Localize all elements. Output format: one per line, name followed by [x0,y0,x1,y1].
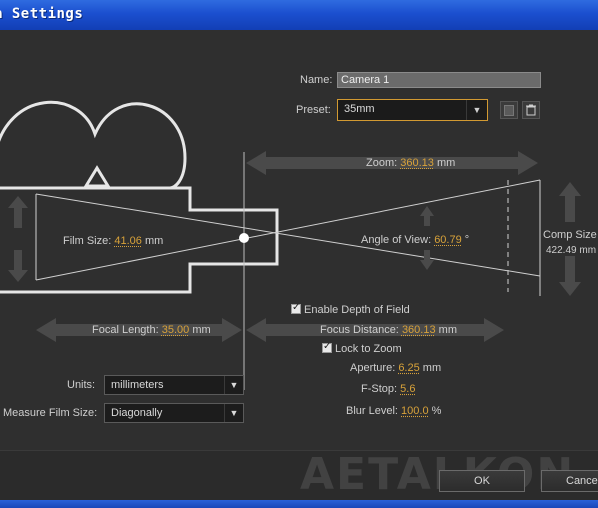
focal-length-label: Focal Length: [92,324,159,336]
zoom-unit: mm [436,157,456,169]
cancel-button[interactable]: Cancel [541,470,598,492]
film-size-label: Film Size: [63,235,112,247]
aperture-value[interactable]: 6.25 [398,362,419,374]
preset-dropdown[interactable]: 35mm ▼ [337,99,488,121]
angle-label: Angle of View: [361,234,432,246]
name-label: Name: [300,74,333,86]
measure-film-size-dropdown[interactable]: Diagonally ▼ [104,403,244,423]
units-dropdown[interactable]: millimeters ▼ [104,375,244,395]
focal-length-value[interactable]: 35.00 [162,324,190,336]
aperture-readout: Aperture: 6.25 mm [350,362,441,374]
units-value: millimeters [111,379,164,391]
blur-value[interactable]: 100.0 [401,405,429,417]
measure-film-size-label: Measure Film Size: [3,407,98,419]
zoom-readout: Zoom: 360.13 mm [366,157,455,169]
focus-distance-unit: mm [438,324,457,336]
nodal-point [239,233,249,243]
lock-to-zoom-checkbox[interactable]: Lock to Zoom [322,341,402,355]
focal-length-readout: Focal Length: 35.00 mm [92,324,211,336]
fstop-label: F-Stop: [361,383,398,395]
chevron-down-icon: ▼ [224,376,243,394]
comp-size-label: Comp Size [543,229,597,241]
trash-icon[interactable] [522,101,540,119]
zoom-value[interactable]: 360.13 [400,157,434,169]
film-size-arrow [8,196,28,282]
focus-distance-value[interactable]: 360.13 [402,324,436,336]
film-size-value[interactable]: 41.06 [114,235,142,247]
angle-of-view-readout: Angle of View: 60.79 ° [361,234,469,246]
angle-unit: ° [464,234,470,246]
save-preset-icon[interactable] [500,101,518,119]
camera-outline-icon [0,100,279,294]
fstop-readout: F-Stop: 5.6 [361,383,415,395]
camera-name-field[interactable]: Camera 1 [337,72,541,88]
preset-label: Preset: [296,104,331,116]
window-title: a Settings [0,6,84,22]
checkbox-checked-icon[interactable] [322,341,332,353]
focal-length-unit: mm [192,324,211,336]
chevron-down-icon: ▼ [466,100,487,120]
angle-value[interactable]: 60.79 [434,234,462,246]
chevron-down-icon: ▼ [224,404,243,422]
aperture-label: Aperture: [350,362,396,374]
comp-size-value: 422.49 mm [546,245,597,256]
taskbar [0,500,598,508]
units-label: Units: [67,379,96,391]
checkbox-checked-icon[interactable] [291,302,301,314]
film-size-readout: Film Size: 41.06 mm [63,235,163,247]
preset-value: 35mm [344,103,375,115]
aperture-unit: mm [422,362,442,374]
zoom-label: Zoom: [366,157,398,169]
lock-to-zoom-label: Lock to Zoom [335,343,402,355]
focus-distance-label: Focus Distance: [320,324,399,336]
fstop-value[interactable]: 5.6 [400,383,415,395]
blur-level-readout: Blur Level: 100.0 % [346,405,441,417]
ok-button[interactable]: OK [439,470,525,492]
enable-dof-checkbox[interactable]: Enable Depth of Field [291,302,410,316]
focus-distance-readout: Focus Distance: 360.13 mm [320,324,457,336]
blur-unit: % [431,405,442,417]
blur-label: Blur Level: [346,405,398,417]
measure-film-size-value: Diagonally [111,407,163,419]
film-size-unit: mm [144,235,164,247]
enable-dof-label: Enable Depth of Field [304,304,410,316]
title-bar: a Settings [0,0,598,31]
